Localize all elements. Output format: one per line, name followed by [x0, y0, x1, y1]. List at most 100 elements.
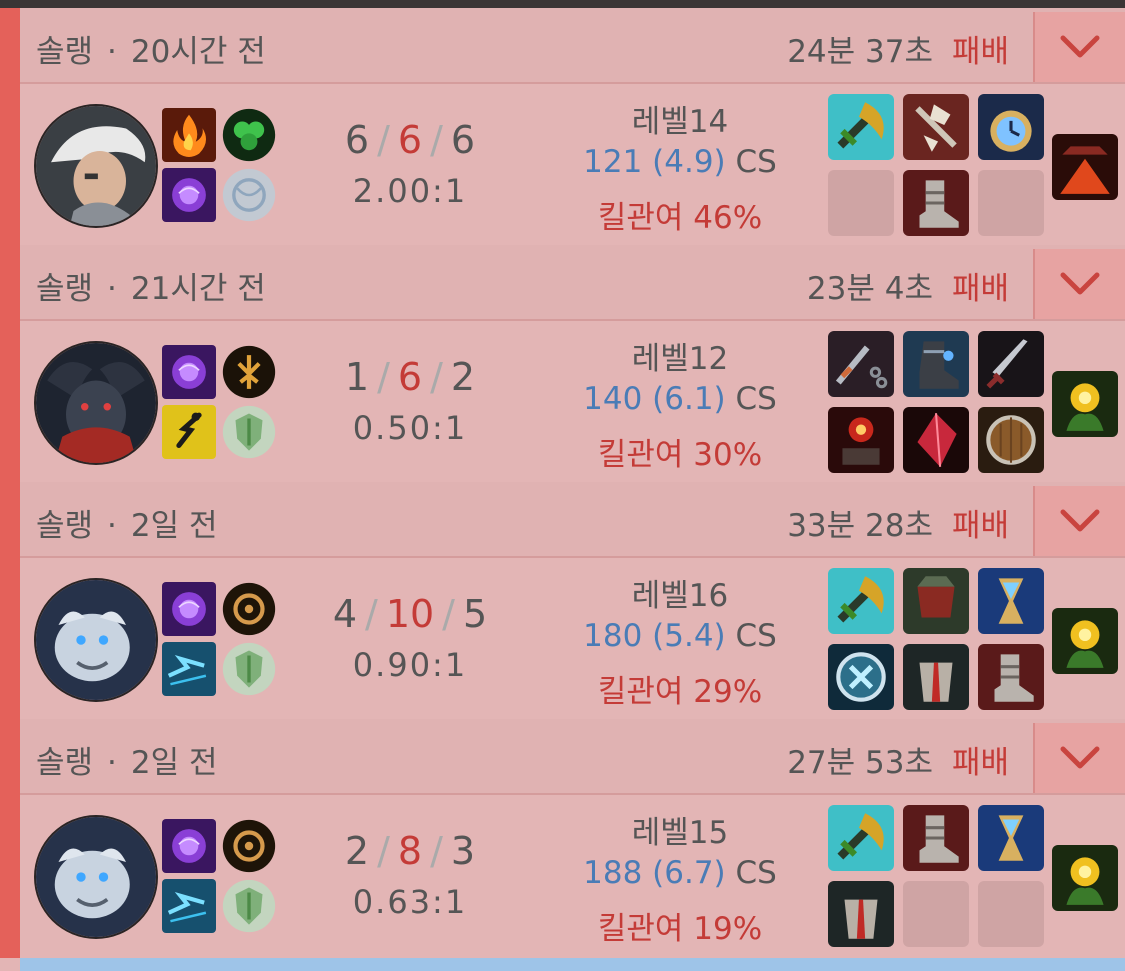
bronze-compass-rune-icon[interactable] — [222, 582, 276, 636]
yellow-ward-trinket-icon[interactable] — [1052, 845, 1118, 911]
red-plate-armor-item-icon[interactable] — [903, 568, 969, 634]
teal-hammer-item-icon[interactable] — [828, 94, 894, 160]
blue-rune-shield-item-icon[interactable] — [828, 644, 894, 710]
ignite-spell-icon[interactable] — [162, 108, 216, 162]
hourglass-item-icon[interactable] — [978, 805, 1044, 871]
cs-value: 180 (5.4) — [583, 618, 726, 654]
kda-separator: / — [430, 355, 443, 399]
steel-boots-item-icon[interactable] — [903, 331, 969, 397]
kda-separator: / — [442, 592, 455, 636]
result-badge: 패배 — [951, 508, 1009, 544]
expand-button[interactable] — [1033, 249, 1125, 319]
deaths: 8 — [397, 829, 423, 873]
assists: 6 — [450, 118, 476, 162]
caped-knight-item-icon[interactable] — [903, 644, 969, 710]
red-forge-item-icon[interactable] — [828, 407, 894, 473]
ghost-shield-spell-icon[interactable] — [162, 168, 216, 222]
expand-button[interactable] — [1033, 723, 1125, 793]
assists: 3 — [450, 829, 476, 873]
long-dagger-item-icon[interactable] — [978, 331, 1044, 397]
queue-type: 솔랭 — [36, 745, 94, 781]
hourglass-item-icon[interactable] — [978, 568, 1044, 634]
white-beast-champion-portrait[interactable] — [36, 817, 156, 937]
expand-button[interactable] — [1033, 486, 1125, 556]
match-row: 솔랭 · 2일 전 27분 53초 패배 2/8/3 0.63:1 레벨15 188… — [20, 719, 1125, 956]
result-badge: 패배 — [951, 271, 1009, 307]
kda-separator: / — [430, 829, 443, 873]
pocket-watch-item-icon[interactable] — [978, 94, 1044, 160]
kda-ratio: 2.00:1 — [352, 172, 468, 210]
armored-boots-item-icon[interactable] — [903, 170, 969, 236]
queue-info: 솔랭 · 21시간 전 — [36, 263, 266, 308]
caped-knight-item-icon[interactable] — [828, 881, 894, 947]
match-header: 솔랭 · 21시간 전 23분 4초 패배 — [20, 245, 1125, 321]
game-duration: 24분 37초 — [787, 34, 933, 70]
teal-hammer-item-icon[interactable] — [828, 805, 894, 871]
purple-spell-icon[interactable] — [162, 819, 216, 873]
time-ago: 2일 전 — [130, 508, 218, 544]
gold-tree-rune-icon[interactable] — [222, 345, 276, 399]
white-beast-champion-portrait[interactable] — [36, 580, 156, 700]
queue-type: 솔랭 — [36, 34, 94, 70]
deaths: 10 — [385, 592, 435, 636]
blue-dash-spell-icon[interactable] — [162, 879, 216, 933]
creep-score: 121 (4.9) CS — [560, 144, 800, 180]
creep-score: 188 (6.7) CS — [560, 855, 800, 891]
kda-ratio: 0.63:1 — [352, 883, 468, 921]
red-lens-trinket-icon[interactable] — [1052, 134, 1118, 200]
match-header: 솔랭 · 2일 전 33분 28초 패배 — [20, 482, 1125, 558]
kills: 2 — [344, 829, 370, 873]
kda-separator: / — [377, 829, 390, 873]
match-row: 솔랭 · 2일 전 33분 28초 패배 4/10/5 0.90:1 레벨16 18… — [20, 482, 1125, 719]
wooden-shield-item-icon[interactable] — [978, 407, 1044, 473]
green-shield-rune-icon[interactable] — [222, 405, 276, 459]
blue-dash-spell-icon[interactable] — [162, 642, 216, 696]
yellow-ward-trinket-icon[interactable] — [1052, 371, 1118, 437]
game-duration: 33분 28초 — [787, 508, 933, 544]
green-shield-rune-icon[interactable] — [222, 642, 276, 696]
queue-info: 솔랭 · 2일 전 — [36, 737, 218, 782]
red-crystal-item-icon[interactable] — [903, 407, 969, 473]
cs-value: 140 (6.1) — [583, 381, 726, 417]
bronze-compass-rune-icon[interactable] — [222, 819, 276, 873]
dark-horned-champion-portrait[interactable] — [36, 343, 156, 463]
kills: 4 — [332, 592, 357, 636]
match-header: 솔랭 · 2일 전 27분 53초 패배 — [20, 719, 1125, 795]
chevron-down-icon — [1059, 745, 1101, 771]
grey-orb-rune-icon[interactable] — [222, 168, 276, 222]
purple-spell-icon[interactable] — [162, 582, 216, 636]
chain-flail-item-icon[interactable] — [828, 331, 894, 397]
assists: 2 — [450, 355, 476, 399]
cs-label: CS — [735, 144, 777, 180]
match-row: 솔랭 · 21시간 전 23분 4초 패배 1/6/2 0.50:1 레벨12 14… — [20, 245, 1125, 482]
chevron-down-icon — [1059, 34, 1101, 60]
silver-hair-champion-portrait[interactable] — [36, 106, 156, 226]
empty-item-slot — [978, 170, 1044, 236]
next-match-edge — [20, 958, 1125, 971]
kda-separator: / — [430, 118, 443, 162]
time-ago: 2일 전 — [130, 745, 218, 781]
spiked-axe-item-icon[interactable] — [903, 94, 969, 160]
empty-item-slot — [828, 170, 894, 236]
kda-score: 4/10/5 — [310, 592, 510, 636]
kda-separator: / — [365, 592, 378, 636]
green-leaf-rune-icon[interactable] — [222, 108, 276, 162]
purple-spell-icon[interactable] — [162, 345, 216, 399]
expand-button[interactable] — [1033, 12, 1125, 82]
result-badge: 패배 — [951, 34, 1009, 70]
time-ago: 21시간 전 — [130, 271, 266, 307]
chevron-down-icon — [1059, 271, 1101, 297]
green-shield-rune-icon[interactable] — [222, 879, 276, 933]
deaths: 6 — [397, 118, 423, 162]
teal-hammer-item-icon[interactable] — [828, 568, 894, 634]
armored-boots-item-icon[interactable] — [978, 644, 1044, 710]
yellow-ward-trinket-icon[interactable] — [1052, 608, 1118, 674]
kda-ratio: 0.90:1 — [352, 646, 468, 684]
cs-label: CS — [735, 855, 777, 891]
flash-runner-spell-icon[interactable] — [162, 405, 216, 459]
match-details: 1/6/2 0.50:1 레벨12 140 (6.1) CS 킬관여 30% — [20, 321, 1125, 482]
game-duration: 27분 53초 — [787, 745, 933, 781]
separator-dot: · — [107, 271, 117, 307]
assists: 5 — [462, 592, 488, 636]
armored-boots-item-icon[interactable] — [903, 805, 969, 871]
